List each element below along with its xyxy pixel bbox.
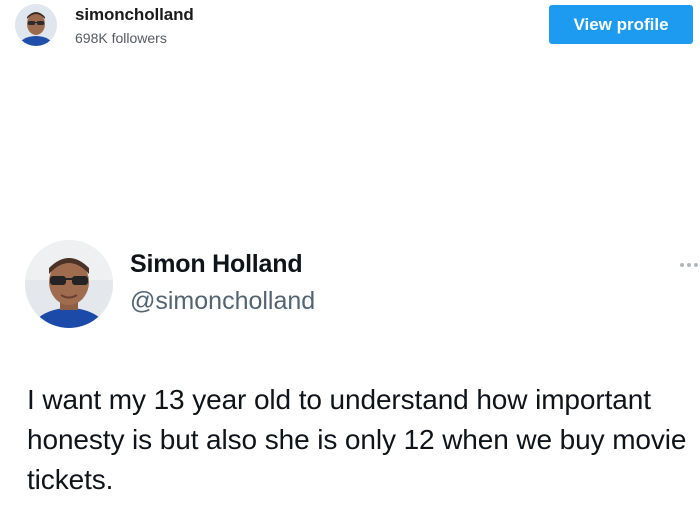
tweet-author-name[interactable]: Simon Holland bbox=[130, 250, 303, 279]
dot bbox=[687, 263, 691, 267]
tweet-author-handle[interactable]: @simoncholland bbox=[130, 287, 315, 316]
follower-count: 698K followers bbox=[75, 30, 167, 46]
avatar-photo bbox=[25, 240, 113, 328]
tweet-text: I want my 13 year old to understand how … bbox=[27, 384, 687, 495]
profile-username[interactable]: simoncholland bbox=[75, 5, 194, 25]
dot bbox=[694, 263, 698, 267]
tweet-card: Simon Holland @simoncholland I want my 1… bbox=[0, 230, 700, 514]
more-horizontal-icon[interactable] bbox=[680, 260, 700, 270]
dot bbox=[680, 263, 684, 267]
view-profile-button[interactable]: View profile bbox=[549, 5, 693, 44]
avatar[interactable] bbox=[15, 4, 57, 46]
avatar-photo bbox=[15, 4, 57, 46]
tweet-author-avatar[interactable] bbox=[25, 240, 113, 328]
profile-header: simoncholland 698K followers View profil… bbox=[0, 0, 700, 56]
